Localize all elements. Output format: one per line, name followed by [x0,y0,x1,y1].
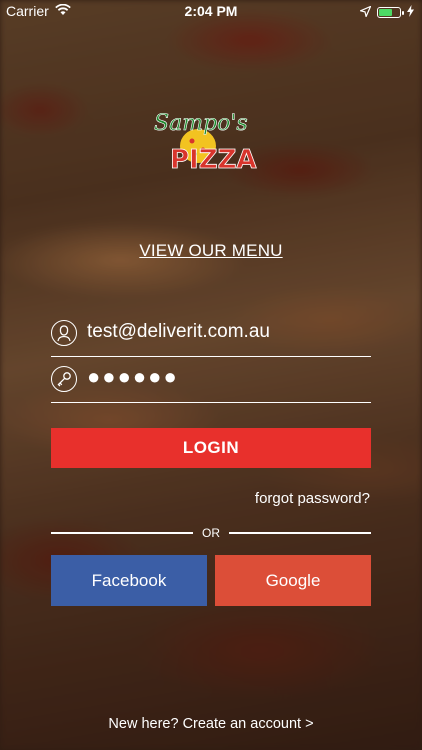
status-bar: Carrier 2:04 PM [0,0,422,22]
divider-line-right [229,532,371,534]
facebook-button[interactable]: Facebook [51,555,207,606]
charging-bolt-icon [407,4,414,20]
battery-icon [377,6,404,18]
email-field[interactable]: test@deliverit.com.au [51,316,371,357]
svg-text:PIZZA: PIZZA [170,145,257,175]
password-value: ●●●●●● [87,364,179,389]
login-button[interactable]: LOGIN [51,428,371,468]
email-value: test@deliverit.com.au [87,321,270,342]
key-icon [51,366,77,392]
forgot-password-link[interactable]: forgot password? [255,490,370,507]
password-field[interactable]: ●●●●●● [51,362,371,403]
person-icon [51,320,77,346]
sampos-pizza-logo: Sampo's PIZZA [150,108,272,178]
create-account-link[interactable]: New here? Create an account > [0,716,422,732]
svg-text:Sampo's: Sampo's [154,111,248,136]
view-menu-link[interactable]: VIEW OUR MENU [0,241,422,261]
or-divider: OR [51,526,371,540]
google-button[interactable]: Google [215,555,371,606]
status-time: 2:04 PM [184,3,238,19]
location-arrow-icon [358,4,372,20]
